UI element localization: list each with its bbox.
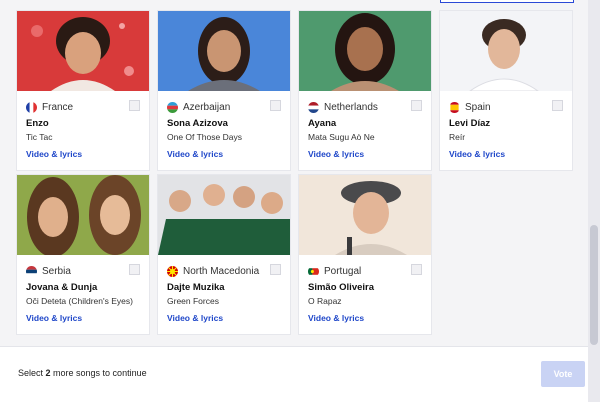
artist-name: Ayana (308, 118, 337, 129)
artist-photo (158, 11, 290, 91)
artist-name: Dajte Muzika (167, 282, 225, 293)
video-lyrics-link[interactable]: Video & lyrics (449, 149, 505, 159)
artist-name: Sona Azizova (167, 118, 228, 129)
artist-name: Simão Oliveira (308, 282, 375, 293)
select-checkbox[interactable] (411, 100, 422, 111)
spain-flag-icon (450, 101, 459, 113)
entry-card-north-macedonia[interactable]: North Macedonia Dajte Muzika Green Force… (157, 174, 291, 335)
song-title: Reír (449, 132, 466, 142)
vote-button[interactable]: Vote (541, 361, 585, 387)
select-checkbox[interactable] (270, 100, 281, 111)
entry-card-azerbaijan[interactable]: Azerbaijan Sona Azizova One Of Those Day… (157, 10, 291, 171)
artist-photo (158, 175, 290, 255)
song-title: One Of Those Days (167, 132, 242, 142)
artist-name: Levi Díaz (449, 118, 491, 129)
scrollbar[interactable] (588, 0, 600, 402)
select-checkbox[interactable] (411, 264, 422, 275)
country-name: Spain (465, 101, 491, 113)
entry-card-serbia[interactable]: Serbia Jovana & Dunja Oči Deteta (Childr… (16, 174, 150, 335)
artist-photo (17, 175, 149, 255)
country-name: Portugal (324, 265, 362, 277)
country-name: Azerbaijan (183, 101, 231, 113)
artist-name: Enzo (26, 118, 49, 129)
country-name: North Macedonia (183, 265, 260, 277)
select-checkbox[interactable] (129, 100, 140, 111)
video-lyrics-link[interactable]: Video & lyrics (26, 313, 82, 323)
artist-photo (17, 11, 149, 91)
scrollbar-thumb[interactable] (590, 225, 598, 345)
artist-name: Jovana & Dunja (26, 282, 98, 293)
artist-photo (440, 11, 572, 91)
entry-card-netherlands[interactable]: Netherlands Ayana Mata Sugu Aò Ne Video … (298, 10, 432, 171)
selection-hint: Select 2 more songs to continue (18, 368, 147, 378)
video-lyrics-link[interactable]: Video & lyrics (308, 149, 364, 159)
entry-card-spain[interactable]: Spain Levi Díaz Reír Video & lyrics (439, 10, 573, 171)
song-title: O Rapaz (308, 296, 342, 306)
portugal-flag-icon (308, 267, 319, 275)
song-title: Mata Sugu Aò Ne (308, 132, 375, 142)
previous-card-edge (440, 0, 574, 3)
north-macedonia-flag-icon (167, 265, 178, 277)
france-flag-icon (26, 101, 37, 113)
song-title: Green Forces (167, 296, 219, 306)
country-name: France (42, 101, 74, 113)
vote-footer: Select 2 more songs to continue Vote (0, 346, 588, 402)
country-name: Netherlands (324, 101, 378, 113)
artist-photo (299, 175, 431, 255)
country-name: Serbia (42, 265, 71, 277)
artist-photo (299, 11, 431, 91)
song-title: Tic Tac (26, 132, 53, 142)
select-checkbox[interactable] (552, 100, 563, 111)
video-lyrics-link[interactable]: Video & lyrics (167, 313, 223, 323)
netherlands-flag-icon (308, 101, 319, 113)
select-checkbox[interactable] (270, 264, 281, 275)
video-lyrics-link[interactable]: Video & lyrics (167, 149, 223, 159)
azerbaijan-flag-icon (167, 101, 178, 113)
voting-modal: France Enzo Tic Tac Video & lyrics Azerb… (0, 0, 588, 402)
video-lyrics-link[interactable]: Video & lyrics (26, 149, 82, 159)
select-checkbox[interactable] (129, 264, 140, 275)
serbia-flag-icon (26, 265, 37, 277)
entry-card-france[interactable]: France Enzo Tic Tac Video & lyrics (16, 10, 150, 171)
song-title: Oči Deteta (Children's Eyes) (26, 296, 133, 306)
video-lyrics-link[interactable]: Video & lyrics (308, 313, 364, 323)
entry-card-portugal[interactable]: Portugal Simão Oliveira O Rapaz Video & … (298, 174, 432, 335)
